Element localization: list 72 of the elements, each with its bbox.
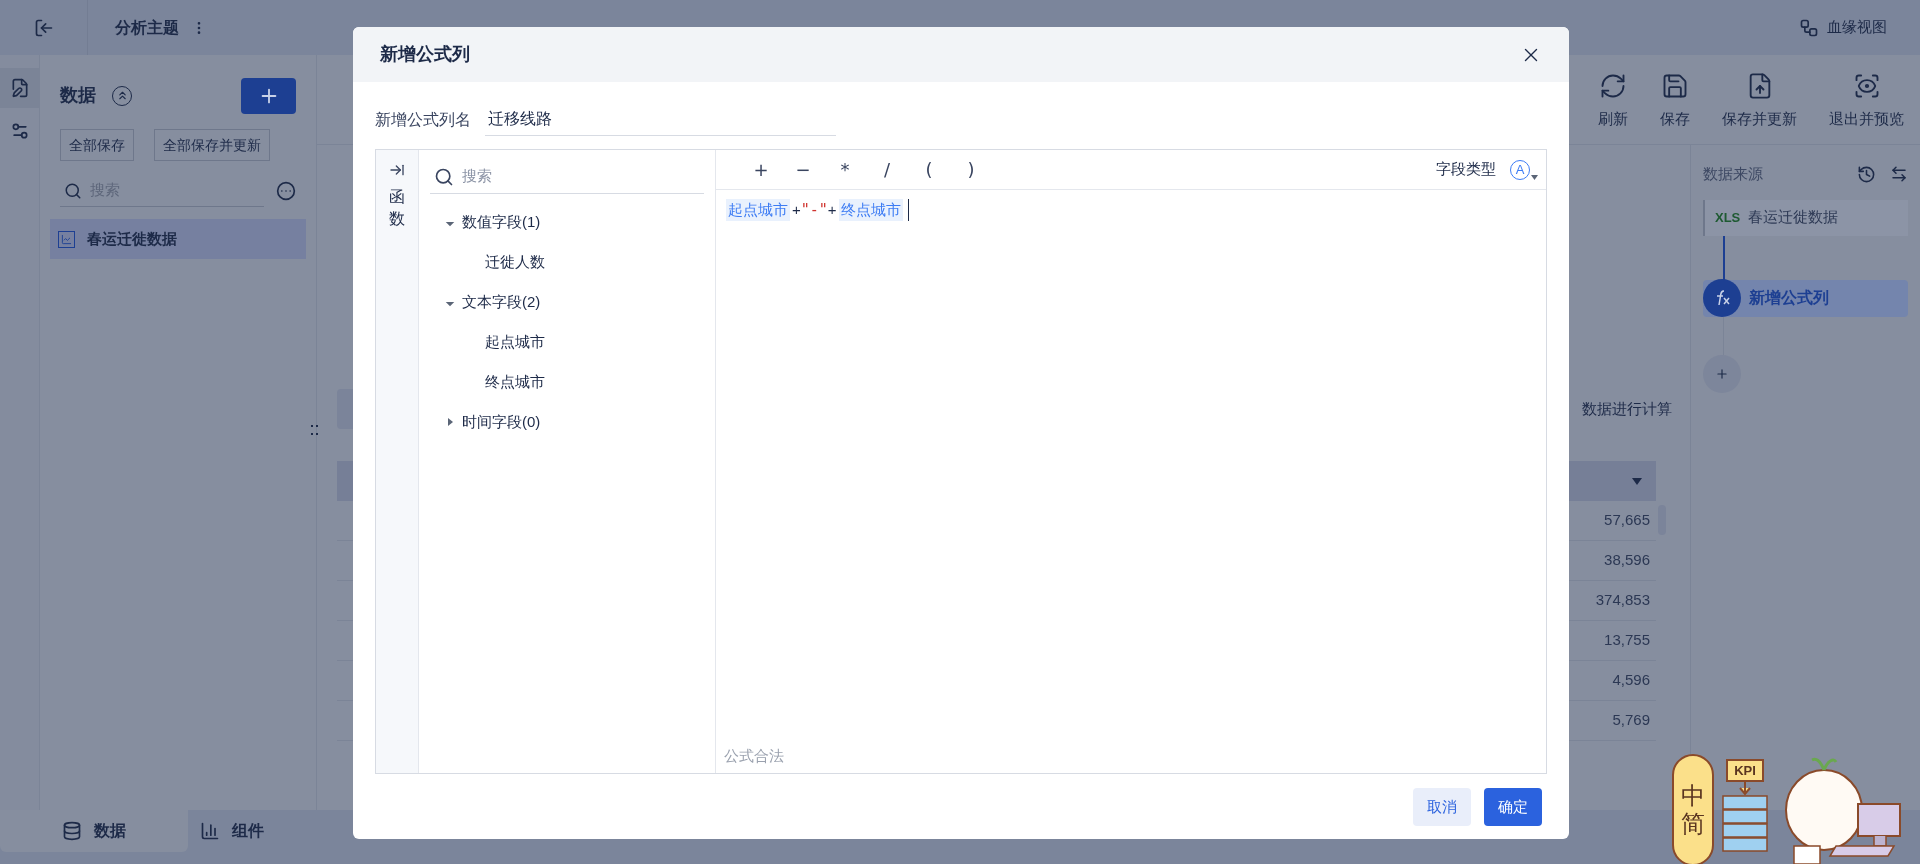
field-label: 新增公式列名 [375, 110, 471, 130]
table-cell-text: 374,853 [1595, 590, 1650, 611]
formula-status: 公式合法 [723, 745, 785, 766]
table-cell-text: 4,596 [1612, 670, 1650, 691]
field-group[interactable]: 文本字段(2) [462, 290, 541, 314]
field-group[interactable]: 时间字段(0) [462, 410, 541, 434]
name-field[interactable]: 迁移线路 [485, 104, 836, 136]
sort-caret-icon[interactable] [1632, 477, 1642, 485]
field-type-label: 字段类型 [1436, 159, 1496, 180]
exit-icon[interactable] [33, 17, 54, 38]
operator-button[interactable]: + [740, 156, 782, 183]
add-button[interactable] [241, 77, 296, 114]
more-icon[interactable] [276, 181, 296, 201]
field-item[interactable]: 迁徙人数 [485, 250, 545, 274]
panel-title: 数据 [60, 84, 96, 107]
dataset-label: 春运迁徙数据 [87, 228, 177, 249]
field-token: 起点城市 [726, 199, 790, 221]
cancel-button[interactable]: 取消 [1413, 788, 1471, 826]
bottom-tab[interactable]: 数据 [0, 810, 188, 852]
caret-icon[interactable] [446, 418, 454, 426]
source-node[interactable]: XLS 春运迁徙数据 [1703, 199, 1908, 236]
topic-title: 分析主题 [115, 17, 179, 38]
operator-token: + [792, 200, 801, 220]
ime-script: 简 [1681, 810, 1705, 838]
field-token: 终点城市 [838, 199, 903, 221]
operator-button[interactable]: * [824, 156, 866, 183]
source-label: 春运迁徙数据 [1748, 207, 1839, 228]
node-label: 新增公式列 [1749, 288, 1829, 308]
toolbar-button[interactable]: 刷新 [1594, 71, 1632, 130]
search-icon [434, 166, 454, 187]
bar-chart-icon [200, 821, 220, 841]
ime-mode: 中 [1681, 782, 1705, 810]
table-cell-text: 5,769 [1612, 710, 1650, 731]
xls-label: XLS [1715, 208, 1741, 227]
history-icon[interactable] [1857, 164, 1876, 184]
field-group[interactable]: 数值字段(1) [462, 210, 541, 234]
lineage-icon[interactable] [1799, 17, 1819, 38]
ime-status-pill[interactable]: 中 简 [1672, 754, 1714, 864]
database-icon [62, 821, 82, 841]
switch-icon[interactable] [1890, 165, 1908, 184]
table-cell-text: 13,755 [1604, 630, 1650, 651]
toolbar-button[interactable]: 退出并预览 [1825, 71, 1908, 130]
panel-title: 数据来源 [1703, 164, 1763, 184]
string-token: "-" [800, 200, 828, 221]
toolbar-button[interactable]: 保存并更新 [1718, 71, 1801, 130]
lineage-link[interactable]: 血缘视图 [1827, 16, 1887, 39]
table-cell-text: 38,596 [1604, 550, 1650, 571]
toolbar-button[interactable]: 保存 [1656, 71, 1694, 130]
operator-button[interactable]: ) [950, 156, 992, 183]
bottom-tab[interactable]: 组件 [188, 810, 276, 852]
formula-input[interactable]: 起点城市 +"-"+ 终点城市 [716, 190, 1546, 745]
search-input[interactable]: 搜索 [462, 165, 612, 188]
table-cell-text: 57,665 [1604, 510, 1650, 531]
hint-text: 数据进行计算 [1582, 398, 1672, 419]
expand-icon[interactable] [389, 162, 405, 178]
field-item[interactable]: 起点城市 [485, 330, 545, 354]
chart-file-icon [58, 230, 75, 248]
confirm-button[interactable]: 确定 [1484, 788, 1542, 826]
dropdown-caret-icon [1531, 174, 1538, 180]
drawer-stack-drawing [1720, 782, 1770, 854]
save-all-button[interactable]: 全部保存并更新 [154, 129, 270, 161]
dataset-item[interactable]: 春运迁徙数据 [50, 219, 306, 259]
operator-button[interactable]: ( [908, 156, 950, 183]
function-tab[interactable]: 函数 [389, 186, 405, 231]
search-icon [64, 181, 82, 200]
operator-token: + [827, 200, 837, 220]
save-all-button[interactable]: 全部保存 [60, 129, 134, 161]
operator-button[interactable]: / [866, 156, 908, 183]
field-search[interactable]: 搜索 [430, 160, 704, 194]
field-item[interactable]: 终点城市 [485, 370, 545, 394]
dialog-title: 新增公式列 [380, 43, 470, 66]
operator-button[interactable]: − [782, 156, 824, 183]
